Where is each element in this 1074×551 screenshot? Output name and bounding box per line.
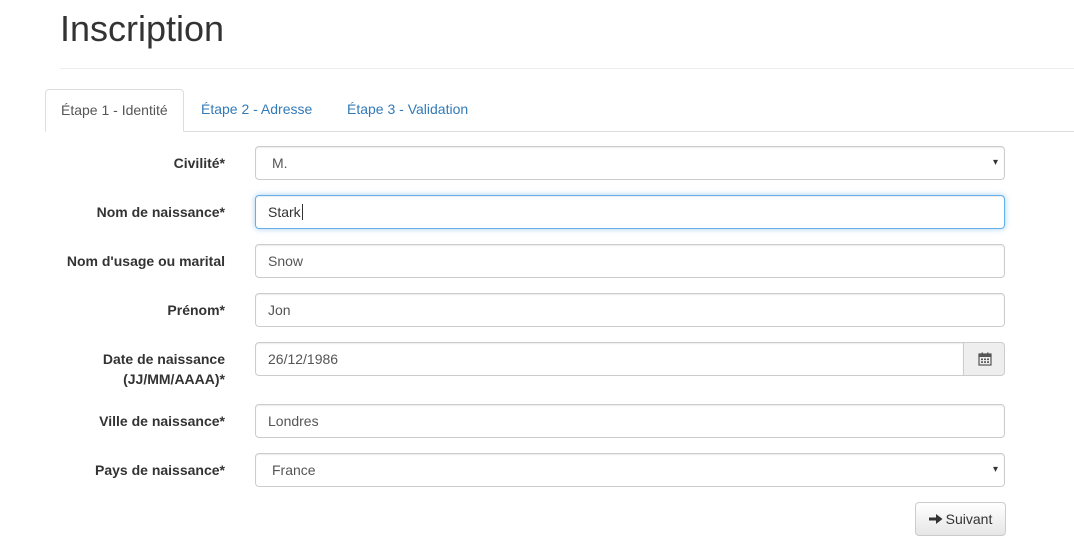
next-button[interactable]: Suivant	[915, 502, 1006, 536]
prenom-value: Jon	[268, 302, 291, 318]
next-button-label: Suivant	[945, 511, 993, 527]
tab-step-1-identite[interactable]: Étape 1 - Identité	[45, 89, 184, 132]
ville-naissance-input[interactable]: Londres	[255, 404, 1005, 438]
title-divider	[60, 68, 1074, 69]
ville-naissance-value: Londres	[268, 413, 319, 429]
calendar-icon	[978, 352, 992, 366]
date-naissance-label-line1: Date de naissance	[102, 351, 225, 367]
page-title: Inscription	[60, 8, 225, 49]
nom-usage-label: Nom d'usage ou marital	[66, 253, 225, 269]
civilite-label: Civilité*	[173, 155, 225, 171]
date-naissance-input[interactable]: 26/12/1986	[255, 342, 964, 376]
step-tabs: Étape 1 - Identité Étape 2 - Adresse Éta…	[45, 89, 1074, 132]
arrow-right-icon	[928, 514, 943, 525]
pays-naissance-label: Pays de naissance*	[95, 462, 225, 478]
nom-usage-value: Snow	[268, 253, 304, 269]
nom-naissance-label: Nom de naissance*	[96, 204, 225, 220]
pays-naissance-select[interactable]: France ▾	[255, 453, 1005, 487]
civilite-select[interactable]: M. ▾	[255, 146, 1005, 180]
date-naissance-label: Date de naissance (JJ/MM/AAAA)*	[103, 349, 225, 389]
prenom-input[interactable]: Jon	[255, 293, 1005, 327]
civilite-value: M.	[272, 155, 288, 171]
nom-naissance-input[interactable]: Stark	[255, 195, 1005, 229]
chevron-down-icon: ▾	[992, 157, 998, 168]
date-picker-button[interactable]	[963, 342, 1005, 376]
date-naissance-label-line2: (JJ/MM/AAAA)*	[123, 371, 225, 387]
pays-naissance-value: France	[272, 462, 316, 478]
chevron-down-icon: ▾	[992, 464, 998, 475]
nom-naissance-value: Stark	[268, 204, 301, 220]
nom-usage-input[interactable]: Snow	[255, 244, 1005, 278]
tab-step-3-validation[interactable]: Étape 3 - Validation	[332, 89, 483, 130]
date-naissance-value: 26/12/1986	[268, 351, 339, 367]
ville-naissance-label: Ville de naissance*	[99, 413, 225, 429]
text-cursor	[301, 204, 303, 221]
prenom-label: Prénom*	[167, 302, 225, 318]
tab-step-2-adresse[interactable]: Étape 2 - Adresse	[186, 89, 327, 130]
